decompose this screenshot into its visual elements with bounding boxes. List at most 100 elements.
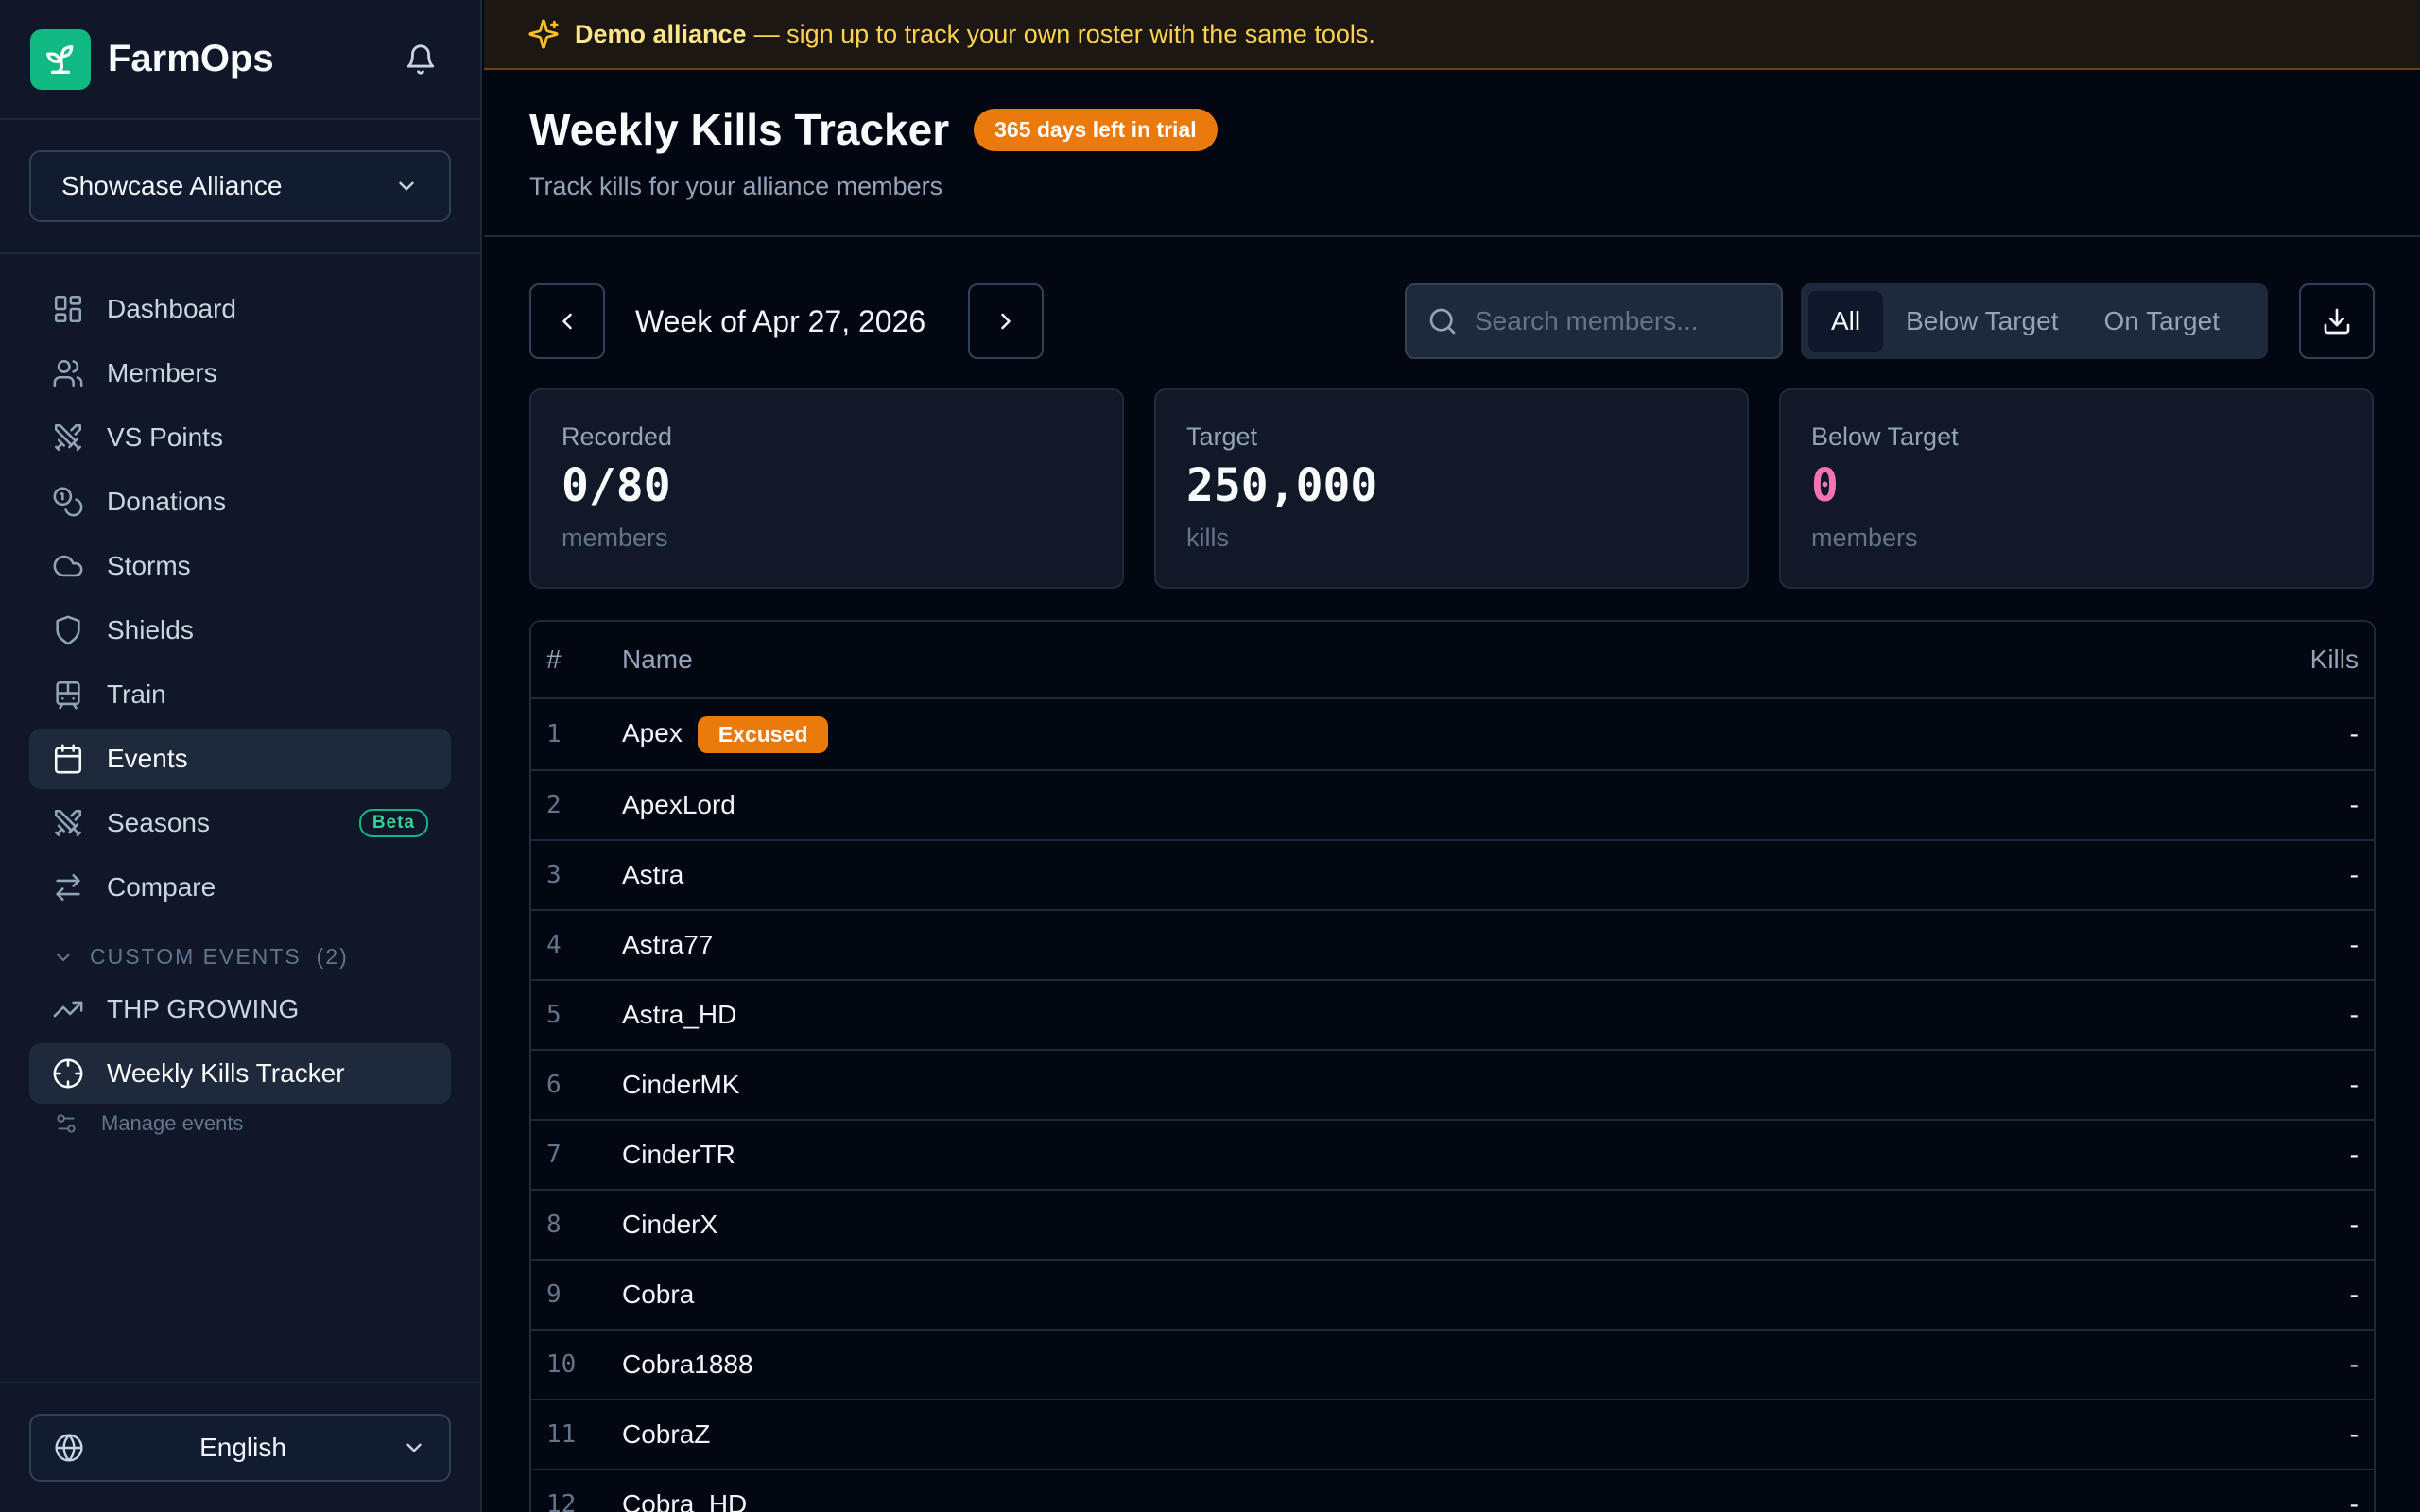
trial-badge: 365 days left in trial xyxy=(974,108,1218,151)
stat-unit: kills xyxy=(1186,524,1229,552)
page-subtitle: Track kills for your alliance members xyxy=(529,172,943,200)
swords-icon xyxy=(52,807,84,839)
table-row[interactable]: 6 CinderMK - xyxy=(531,1050,2374,1121)
table-row[interactable]: 9 Cobra - xyxy=(531,1260,2374,1331)
table-row[interactable]: 2 ApexLord - xyxy=(531,770,2374,841)
kills-cell[interactable]: - xyxy=(1961,1330,2374,1400)
stat-card-target: Target 250,000 kills xyxy=(1154,388,1749,589)
sidebar-item-shields[interactable]: Shields xyxy=(29,600,451,661)
train-icon xyxy=(52,679,84,711)
sidebar-item-compare[interactable]: Compare xyxy=(29,857,451,918)
shield-icon xyxy=(52,614,84,646)
kills-cell[interactable]: - xyxy=(1961,770,2374,841)
sidebar-item-thp-growing[interactable]: THP GROWING xyxy=(29,979,451,1040)
swords-icon xyxy=(52,421,84,454)
page-header: Weekly Kills Tracker 365 days left in tr… xyxy=(484,70,2420,237)
stat-label: Target xyxy=(1186,422,1258,451)
kills-cell[interactable]: - xyxy=(1961,698,2374,771)
filter-all[interactable]: All xyxy=(1808,291,1884,352)
kills-cell[interactable]: - xyxy=(1961,1469,2374,1512)
sidebar-item-weekly-kills-tracker[interactable]: Weekly Kills Tracker xyxy=(29,1043,451,1104)
bell-icon[interactable] xyxy=(405,43,437,76)
page-title: Weekly Kills Tracker xyxy=(529,105,950,154)
stat-card-recorded: Recorded 0/80 members xyxy=(529,388,1124,589)
language-select[interactable]: English xyxy=(29,1414,451,1482)
kills-cell[interactable]: - xyxy=(1961,910,2374,981)
kills-cell[interactable]: - xyxy=(1961,1190,2374,1261)
language-label: English xyxy=(199,1433,286,1462)
member-name: ApexLord xyxy=(622,770,1962,841)
chevron-down-icon xyxy=(402,1435,426,1460)
sidebar-item-members[interactable]: Members xyxy=(29,343,451,404)
sidebar-item-storms[interactable]: Storms xyxy=(29,536,451,596)
export-button[interactable] xyxy=(2299,284,2375,359)
stat-label: Recorded xyxy=(562,422,673,451)
member-name: Astra xyxy=(622,840,1962,911)
table-row[interactable]: 1 Apex Excused - xyxy=(531,698,2374,771)
kills-cell[interactable]: - xyxy=(1961,840,2374,911)
table-row[interactable]: 7 CinderTR - xyxy=(531,1120,2374,1191)
week-label: Week of Apr 27, 2026 xyxy=(635,304,926,338)
demo-banner: Demo alliance — sign up to track your ow… xyxy=(484,0,2420,70)
column-header-kills[interactable]: Kills xyxy=(1961,622,2374,699)
sidebar-item-label: Events xyxy=(107,744,188,773)
member-name: Apex xyxy=(622,717,683,747)
table-row[interactable]: 8 CinderX - xyxy=(531,1190,2374,1261)
sidebar-item-donations[interactable]: Donations xyxy=(29,472,451,532)
kills-cell[interactable]: - xyxy=(1961,1050,2374,1121)
sidebar: FarmOps Showcase Alliance Dashboard Memb… xyxy=(0,0,482,1512)
alliance-selector-wrap: Showcase Alliance xyxy=(0,120,480,254)
stat-value: 0 xyxy=(1811,459,1839,512)
alliance-select-label: Showcase Alliance xyxy=(61,171,283,200)
previous-week-button[interactable] xyxy=(529,284,605,359)
kills-cell[interactable]: - xyxy=(1961,980,2374,1051)
sidebar-item-label: Train xyxy=(107,679,166,709)
row-number: 8 xyxy=(531,1190,622,1261)
stat-value: 0/80 xyxy=(562,459,671,512)
kills-cell[interactable]: - xyxy=(1961,1120,2374,1191)
kills-cell[interactable]: - xyxy=(1961,1400,2374,1470)
table-row[interactable]: 10 Cobra1888 - xyxy=(531,1330,2374,1400)
custom-events-count: (2) xyxy=(316,944,349,969)
row-number: 11 xyxy=(531,1400,622,1470)
next-week-button[interactable] xyxy=(968,284,1044,359)
demo-banner-text: — sign up to track your own roster with … xyxy=(753,19,1375,48)
manage-events-link[interactable]: Manage events xyxy=(29,1111,451,1136)
sidebar-item-seasons[interactable]: Seasons Beta xyxy=(29,793,451,853)
main-content: Demo alliance — sign up to track your ow… xyxy=(484,0,2420,1512)
row-number: 10 xyxy=(531,1330,622,1400)
sidebar-item-label: Members xyxy=(107,358,217,387)
filter-below-target[interactable]: Below Target xyxy=(1883,291,2081,352)
stat-unit: members xyxy=(1811,524,1918,552)
chevron-down-icon xyxy=(52,946,75,969)
column-header-number[interactable]: # xyxy=(531,622,622,699)
sidebar-item-vs-points[interactable]: VS Points xyxy=(29,407,451,468)
sidebar-item-label: THP GROWING xyxy=(107,994,300,1023)
row-number: 12 xyxy=(531,1469,622,1512)
table-row[interactable]: 3 Astra - xyxy=(531,840,2374,911)
table-row[interactable]: 4 Astra77 - xyxy=(531,910,2374,981)
users-icon xyxy=(52,357,84,389)
sidebar-item-label: Shields xyxy=(107,615,194,644)
chevron-left-icon xyxy=(554,308,580,335)
alliance-select[interactable]: Showcase Alliance xyxy=(29,150,451,222)
filter-on-target[interactable]: On Target xyxy=(2081,291,2241,352)
sidebar-item-label: Compare xyxy=(107,872,216,902)
kills-cell[interactable]: - xyxy=(1961,1260,2374,1331)
column-header-name[interactable]: Name xyxy=(622,622,1962,699)
sidebar-item-events[interactable]: Events xyxy=(29,729,451,789)
beta-badge: Beta xyxy=(358,809,428,837)
table-row[interactable]: 12 Cobra_HD - xyxy=(531,1469,2374,1512)
toolbar: Week of Apr 27, 2026 All Below Target On… xyxy=(529,284,2376,359)
table-row[interactable]: 11 CobraZ - xyxy=(531,1400,2374,1470)
sidebar-item-train[interactable]: Train xyxy=(29,664,451,725)
sidebar-item-label: Donations xyxy=(107,487,227,516)
custom-events-toggle[interactable]: CUSTOM EVENTS (2) xyxy=(29,944,451,970)
search-input[interactable] xyxy=(1475,306,1758,336)
table-row[interactable]: 5 Astra_HD - xyxy=(531,980,2374,1051)
sidebar-item-dashboard[interactable]: Dashboard xyxy=(29,279,451,339)
table-header-row: # Name Kills xyxy=(531,622,2374,699)
custom-events-heading: CUSTOM EVENTS xyxy=(90,944,302,969)
chevron-down-icon xyxy=(394,174,419,198)
crosshair-icon xyxy=(52,1057,84,1090)
